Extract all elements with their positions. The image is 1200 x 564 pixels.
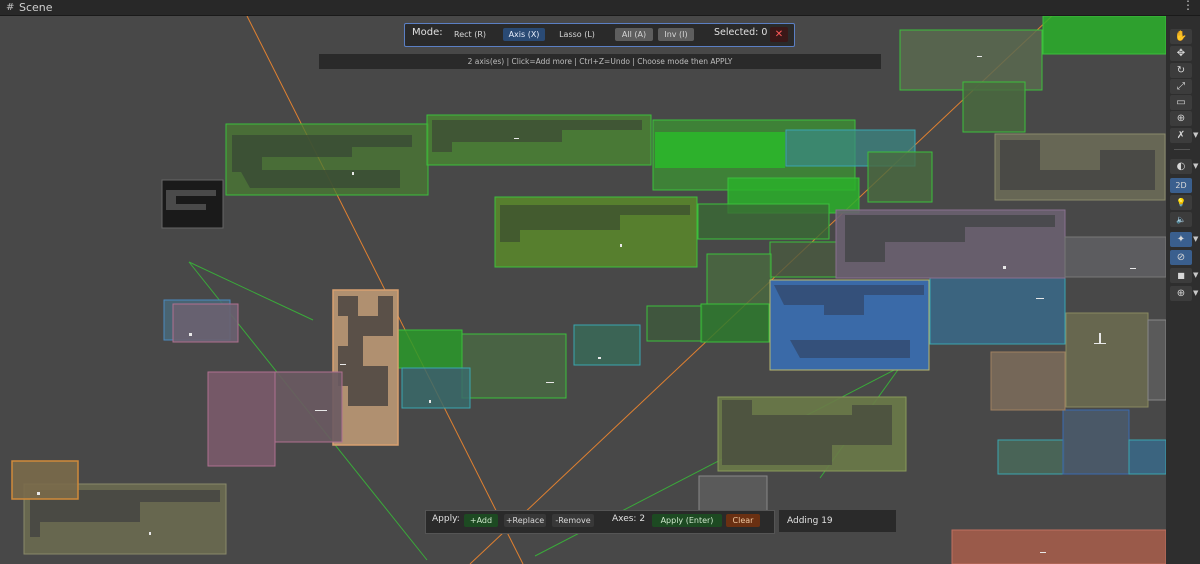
effects-toggle-icon[interactable]: ✦ xyxy=(1170,232,1192,247)
grid-icon: # xyxy=(6,2,15,13)
rect-tool-icon[interactable]: ▭ xyxy=(1170,95,1192,110)
room-bounds-red xyxy=(951,529,1166,564)
close-icon[interactable]: ✕ xyxy=(770,27,788,42)
rotate-tool-icon[interactable]: ↻ xyxy=(1170,63,1192,78)
room-bounds-grey xyxy=(698,475,768,515)
scene-canvas[interactable] xyxy=(0,16,1166,564)
apply-label: Apply: xyxy=(432,514,460,524)
add-button[interactable]: +Add xyxy=(464,514,498,527)
apply-enter-button[interactable]: Apply (Enter) xyxy=(652,514,722,527)
mode-axis-button[interactable]: Axis (X) xyxy=(503,28,545,41)
shading-mode-icon[interactable]: ◐ xyxy=(1170,159,1192,174)
invert-selection-button[interactable]: Inv (I) xyxy=(658,28,694,41)
selection-mode-bar: Mode: Rect (R) Axis (X) Lasso (L) All (A… xyxy=(404,23,795,47)
more-menu-icon[interactable]: ⋮ xyxy=(1182,0,1194,12)
move-tool-icon[interactable]: ✥ xyxy=(1170,46,1192,61)
chevron-down-icon[interactable]: ▼ xyxy=(1193,131,1198,139)
custom-tools-icon[interactable]: ✗ xyxy=(1170,128,1192,143)
clear-button[interactable]: Clear xyxy=(726,514,760,527)
scene-tab-title[interactable]: Scene xyxy=(19,1,53,14)
room-bounds-grey xyxy=(1147,319,1166,401)
status-readout: Adding 19 xyxy=(779,510,896,532)
scene-view[interactable] xyxy=(0,16,1166,564)
lighting-toggle-icon[interactable]: 💡 xyxy=(1170,195,1192,210)
chevron-down-icon[interactable]: ▼ xyxy=(1193,235,1198,243)
2d-toggle[interactable]: 2D xyxy=(1170,178,1192,193)
axes-count: Axes: 2 xyxy=(612,514,646,524)
apply-bar: Apply: +Add +Replace -Remove Axes: 2 App… xyxy=(425,510,775,534)
scale-tool-icon[interactable]: ⤢ xyxy=(1170,79,1192,94)
transform-tool-icon[interactable]: ⊕ xyxy=(1170,111,1192,126)
scene-toolbar: ✋ ✥ ↻ ⤢ ▭ ⊕ ✗ ▼ ◐ ▼ 2D 💡 🔈 ✦ ▼ ⊘ ■ ▼ ⊕ ▼ xyxy=(1166,16,1200,564)
hand-tool-icon[interactable]: ✋ xyxy=(1170,29,1192,44)
room-bounds-pink xyxy=(172,303,343,467)
replace-button[interactable]: +Replace xyxy=(504,514,546,527)
toolbar-divider xyxy=(1174,149,1190,150)
gizmos-icon[interactable]: ⊕ xyxy=(1170,286,1192,301)
chevron-down-icon[interactable]: ▼ xyxy=(1193,162,1198,170)
mode-lasso-button[interactable]: Lasso (L) xyxy=(554,28,600,41)
room-bounds-purple xyxy=(835,209,1166,279)
scene-tab-bar: # Scene ⋮ xyxy=(0,0,1200,16)
select-all-button[interactable]: All (A) xyxy=(615,28,653,41)
chevron-down-icon[interactable]: ▼ xyxy=(1193,271,1198,279)
audio-toggle-icon[interactable]: 🔈 xyxy=(1170,212,1192,227)
selected-count: Selected: 0 xyxy=(714,27,768,38)
camera-icon[interactable]: ■ xyxy=(1170,268,1192,283)
mode-label: Mode: xyxy=(412,27,443,38)
hidden-objects-icon[interactable]: ⊘ xyxy=(1170,250,1192,265)
instruction-hint: 2 axis(es) | Click=Add more | Ctrl+Z=Und… xyxy=(319,54,881,69)
remove-button[interactable]: -Remove xyxy=(552,514,594,527)
mode-rect-button[interactable]: Rect (R) xyxy=(449,28,491,41)
chevron-down-icon[interactable]: ▼ xyxy=(1193,289,1198,297)
